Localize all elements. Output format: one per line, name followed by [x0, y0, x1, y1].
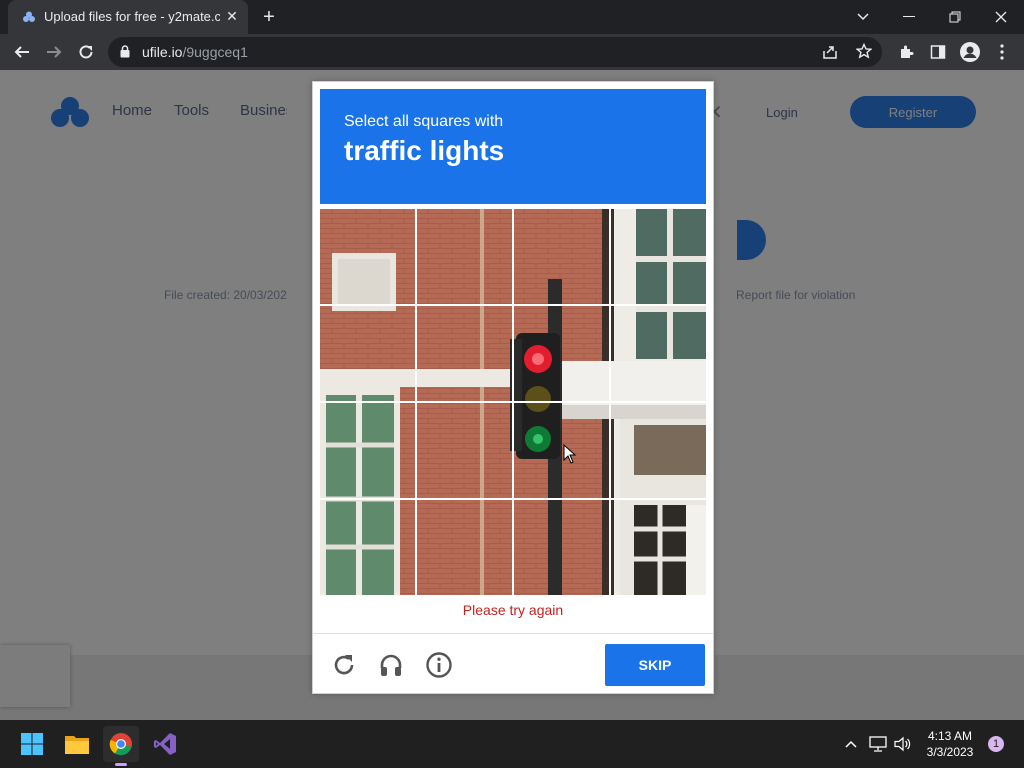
chevron-up-icon[interactable]	[841, 734, 861, 754]
captcha-tile-4-3[interactable]	[514, 500, 609, 595]
captcha-tile-4-4[interactable]	[611, 500, 706, 595]
extensions-icon[interactable]	[894, 40, 918, 64]
audio-headphones-icon[interactable]	[376, 650, 406, 680]
back-icon[interactable]	[10, 40, 34, 64]
tab-search-icon[interactable]	[840, 0, 886, 34]
windows-start-icon[interactable]	[14, 726, 50, 762]
error-message: Please try again	[462, 602, 564, 618]
file-explorer-icon[interactable]	[59, 726, 95, 762]
footer-divider	[313, 633, 713, 634]
share-icon[interactable]	[822, 44, 838, 65]
lock-icon[interactable]	[120, 45, 130, 58]
captcha-tile-4-1[interactable]	[320, 500, 415, 595]
captcha-tile-1-1[interactable]	[320, 209, 415, 304]
chrome-icon[interactable]	[103, 726, 139, 766]
captcha-tile-4-2[interactable]	[417, 500, 512, 595]
network-icon[interactable]	[868, 734, 888, 754]
minimize-icon[interactable]	[886, 0, 932, 34]
challenge-tiles	[320, 209, 706, 595]
captcha-tile-3-1[interactable]	[320, 403, 415, 498]
clock-date: 3/3/2023	[926, 745, 974, 759]
address-bar[interactable]: ufile.io/9uggceq1	[108, 37, 882, 67]
mouse-cursor-icon	[563, 444, 577, 464]
reload-page-icon[interactable]	[74, 40, 98, 64]
visual-studio-icon[interactable]	[147, 726, 183, 762]
captcha-tile-3-3[interactable]	[514, 403, 609, 498]
bookmark-star-icon[interactable]	[855, 42, 873, 64]
skip-button[interactable]: SKIP	[605, 644, 705, 686]
volume-icon[interactable]	[893, 734, 913, 754]
challenge-header: Select all squares with traffic lights	[320, 89, 706, 204]
new-tab-icon[interactable]: +	[258, 6, 280, 28]
windows-taskbar: 4:13 AM 3/3/2023 1	[0, 720, 1024, 768]
clock-time: 4:13 AM	[927, 729, 973, 743]
notification-badge[interactable]: 1	[988, 736, 1004, 752]
side-panel-icon[interactable]	[926, 40, 950, 64]
captcha-tile-1-2[interactable]	[417, 209, 512, 304]
browser-tab[interactable]: Upload files for free - y2mate.com ✕	[8, 0, 248, 34]
tab-title: Upload files for free - y2mate.com	[44, 9, 220, 24]
ufile-favicon-icon	[23, 11, 35, 22]
recaptcha-challenge: Select all squares with traffic lights P…	[312, 81, 714, 694]
forward-icon[interactable]	[42, 40, 66, 64]
browser-titlebar: Upload files for free - y2mate.com ✕ +	[0, 0, 1024, 34]
restore-icon[interactable]	[932, 0, 978, 34]
captcha-tile-1-3[interactable]	[514, 209, 609, 304]
captcha-tile-2-4[interactable]	[611, 306, 706, 401]
info-icon[interactable]	[424, 650, 454, 680]
challenge-target: traffic lights	[344, 135, 505, 166]
captcha-tile-2-1[interactable]	[320, 306, 415, 401]
reload-icon[interactable]	[329, 650, 359, 680]
captcha-tile-3-2[interactable]	[417, 403, 512, 498]
captcha-tile-1-4[interactable]	[611, 209, 706, 304]
captcha-tile-3-4[interactable]	[611, 403, 706, 498]
url-text: ufile.io/9uggceq1	[142, 44, 248, 60]
captcha-tile-2-3[interactable]	[514, 306, 609, 401]
challenge-image-grid	[320, 209, 706, 595]
close-window-icon[interactable]	[978, 0, 1024, 34]
system-clock[interactable]: 4:13 AM 3/3/2023	[922, 728, 978, 760]
profile-avatar-icon[interactable]	[958, 40, 982, 64]
menu-kebab-icon[interactable]	[990, 40, 1014, 64]
tab-close-icon[interactable]: ✕	[224, 8, 240, 24]
challenge-instruction: Select all squares with	[344, 113, 504, 130]
captcha-tile-2-2[interactable]	[417, 306, 512, 401]
browser-toolbar: ufile.io/9uggceq1	[0, 34, 1024, 70]
